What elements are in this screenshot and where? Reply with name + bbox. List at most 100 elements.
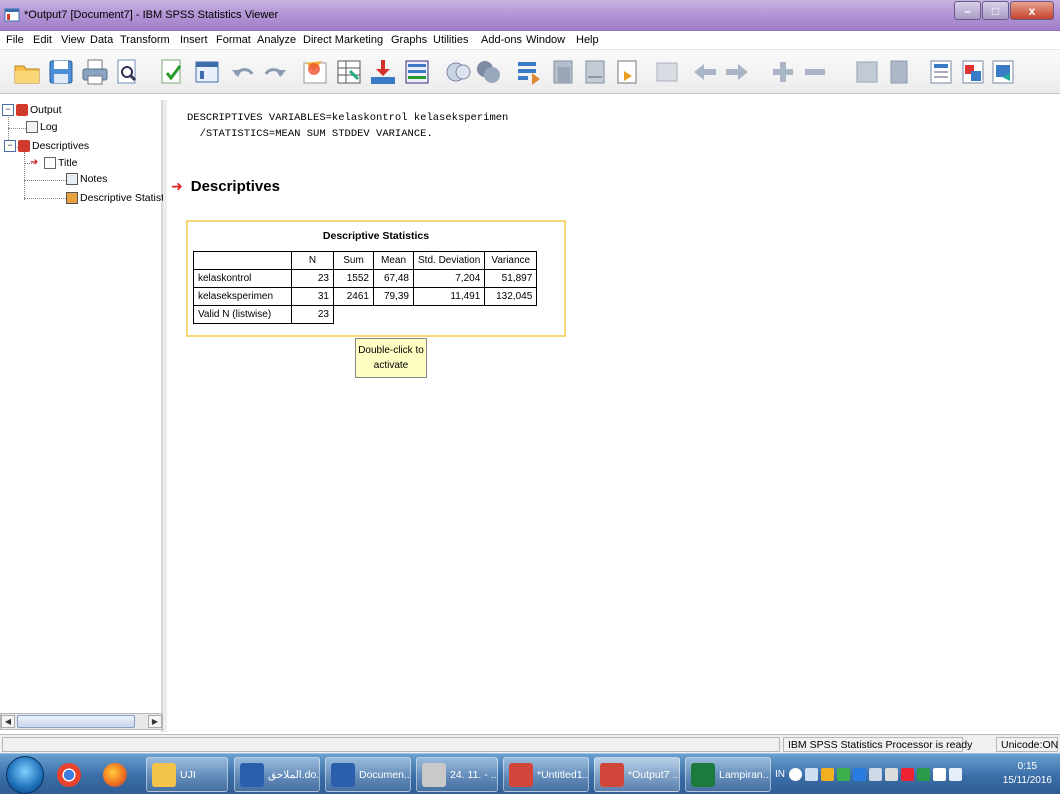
scroll-thumb[interactable] <box>17 715 135 728</box>
menu-utilities[interactable]: Utilities <box>433 34 468 46</box>
open-icon[interactable] <box>12 57 42 87</box>
language-indicator[interactable]: IN <box>775 769 785 780</box>
tray-app-icon[interactable] <box>917 768 930 781</box>
tray-app-icon[interactable] <box>853 768 866 781</box>
save-icon[interactable] <box>46 57 76 87</box>
taskbar-app-word-2[interactable]: Documen... <box>325 757 411 792</box>
export-icon[interactable] <box>157 57 187 87</box>
outline-horizontal-scrollbar[interactable]: ◀ ▶ <box>0 713 163 730</box>
expand-icon[interactable] <box>768 57 798 87</box>
menu-file[interactable]: File <box>6 34 24 46</box>
cell-mean <box>374 306 414 324</box>
clock-date: 15/11/2016 <box>1002 775 1052 786</box>
collapse-toggle-icon[interactable]: − <box>4 140 16 152</box>
menu-view[interactable]: View <box>61 34 85 46</box>
table-row: Valid N (listwise) 23 <box>193 305 537 324</box>
system-clock[interactable]: 0:15 15/11/2016 <box>1003 760 1052 788</box>
flag-icon[interactable] <box>933 768 946 781</box>
volume-icon[interactable] <box>949 768 962 781</box>
tree-label-log: Log <box>40 121 58 133</box>
menu-edit[interactable]: Edit <box>33 34 52 46</box>
run-descriptives-icon[interactable] <box>402 57 432 87</box>
variables-icon[interactable] <box>368 57 398 87</box>
taskbar-app-label: 24. 11. - ... <box>450 768 498 781</box>
spss-icon <box>600 762 624 787</box>
menu-add-ons[interactable]: Add-ons <box>481 34 522 46</box>
syntax-icon[interactable] <box>514 57 544 87</box>
insert-text-icon[interactable] <box>988 57 1018 87</box>
folder-icon <box>152 762 176 787</box>
hide-icon[interactable] <box>580 57 610 87</box>
taskbar-app-word-1[interactable]: الملاحق.do... <box>234 757 320 792</box>
tree-item-descriptive-statistics[interactable]: Descriptive Statist <box>66 192 164 204</box>
menu-graphs[interactable]: Graphs <box>391 34 427 46</box>
notification-tray-icon[interactable] <box>805 768 818 781</box>
tree-item-log[interactable]: Log <box>26 121 58 133</box>
demote-icon[interactable] <box>722 57 752 87</box>
show-icon[interactable] <box>852 57 882 87</box>
designate-window-icon[interactable] <box>474 57 504 87</box>
taskbar-app-spss-untitled[interactable]: *Untitled1... <box>503 757 589 792</box>
menu-transform[interactable]: Transform <box>120 34 170 46</box>
recall-dialog-icon[interactable] <box>192 57 222 87</box>
output-content-pane[interactable]: DESCRIPTIVES VARIABLES=kelaskontrol kela… <box>167 100 1060 732</box>
firefox-taskbar-icon[interactable] <box>98 757 136 792</box>
collapse-icon[interactable] <box>800 57 830 87</box>
select-last-output-icon[interactable] <box>444 57 474 87</box>
tree-item-descriptives[interactable]: − Descriptives <box>4 140 89 152</box>
row-label: kelaseksperimen <box>193 287 292 306</box>
hide-objects-icon[interactable] <box>884 57 914 87</box>
tree-item-notes[interactable]: Notes <box>66 173 107 185</box>
goto-case-icon[interactable] <box>300 57 330 87</box>
menu-format[interactable]: Format <box>216 34 251 46</box>
collapse-toggle-icon[interactable]: − <box>2 104 14 116</box>
tray-app-icon[interactable] <box>885 768 898 781</box>
scroll-left-icon[interactable]: ◀ <box>1 715 15 728</box>
header-cell-variance: Variance <box>484 251 538 270</box>
minimize-button[interactable]: – <box>954 1 981 20</box>
tooltip-line-1: Double-click to <box>358 345 424 356</box>
tray-app-icon[interactable] <box>901 768 914 781</box>
redo-icon[interactable] <box>260 57 290 87</box>
descriptive-statistics-table[interactable]: Descriptive Statistics N Sum Mean Std. D… <box>186 220 566 337</box>
taskbar-app-spss-output7[interactable]: *Output7 ... <box>594 757 680 792</box>
menu-analyze[interactable]: Analyze <box>257 34 296 46</box>
scroll-right-icon[interactable]: ▶ <box>148 715 162 728</box>
tree-label-title: Title <box>58 157 78 169</box>
insert-title-icon[interactable] <box>958 57 988 87</box>
taskbar-app-uji[interactable]: UJI <box>146 757 228 792</box>
tray-app-icon[interactable] <box>837 768 850 781</box>
cell-variance <box>485 306 537 324</box>
promote-icon[interactable] <box>690 57 720 87</box>
outline-pane[interactable]: − Output Log − Descriptives ➜ Title Note… <box>0 100 164 732</box>
menu-direct-marketing[interactable]: Direct Marketing <box>303 34 383 46</box>
menu-insert[interactable]: Insert <box>180 34 208 46</box>
undo-icon[interactable] <box>228 57 258 87</box>
spss-viewer-window: *Output7 [Document7] - IBM SPSS Statisti… <box>0 0 1060 794</box>
tree-item-output[interactable]: − Output <box>2 104 62 116</box>
close-button[interactable]: x <box>1010 1 1054 20</box>
taskbar-app-winrar[interactable]: 24. 11. - ... <box>416 757 498 792</box>
help-tray-icon[interactable] <box>789 768 802 781</box>
disabled-icon[interactable] <box>652 57 682 87</box>
menu-help[interactable]: Help <box>576 34 599 46</box>
chrome-icon <box>57 762 81 787</box>
insert-output-icon[interactable] <box>612 57 642 87</box>
menu-data[interactable]: Data <box>90 34 113 46</box>
tray-app-icon[interactable] <box>821 768 834 781</box>
maximize-button[interactable]: □ <box>982 1 1009 20</box>
taskbar-app-label: الملاحق.do... <box>268 768 320 781</box>
show-all-icon[interactable] <box>548 57 578 87</box>
print-preview-icon[interactable] <box>112 57 142 87</box>
title-bar[interactable]: *Output7 [Document7] - IBM SPSS Statisti… <box>0 0 1060 31</box>
print-icon[interactable] <box>80 57 110 87</box>
taskbar-app-excel[interactable]: Lampiran... <box>685 757 771 792</box>
start-button[interactable] <box>6 756 44 794</box>
descriptives-heading[interactable]: ➜ Descriptives <box>171 178 280 195</box>
insert-heading-icon[interactable] <box>926 57 956 87</box>
network-icon[interactable] <box>869 768 882 781</box>
menu-window[interactable]: Window <box>526 34 565 46</box>
goto-variable-icon[interactable] <box>334 57 364 87</box>
chrome-taskbar-icon[interactable] <box>52 757 90 792</box>
tree-item-title[interactable]: ➜ Title <box>30 157 77 169</box>
